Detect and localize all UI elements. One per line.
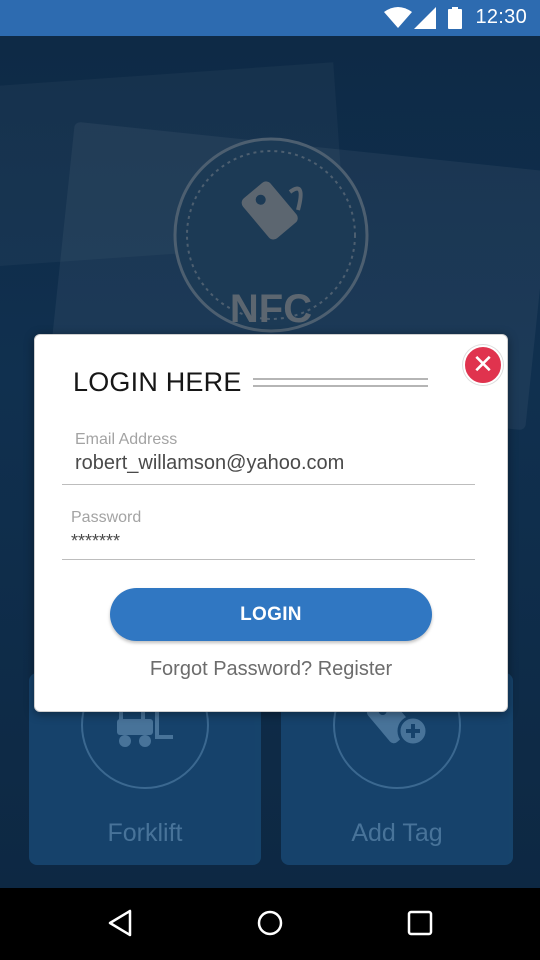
email-field[interactable]: Email Address	[62, 431, 475, 485]
home-icon[interactable]	[255, 908, 285, 938]
close-icon[interactable]: ✕	[463, 345, 503, 385]
password-field[interactable]: Password	[62, 509, 475, 560]
wifi-icon	[384, 7, 412, 28]
tile-label: Forklift	[107, 819, 183, 847]
nfc-badge-icon: NFC	[173, 137, 369, 333]
password-label: Password	[71, 509, 142, 526]
back-icon[interactable]	[106, 908, 136, 938]
recents-icon[interactable]	[405, 908, 435, 938]
password-input[interactable]	[71, 531, 461, 552]
title-divider	[253, 378, 428, 387]
dialog-title: LOGIN HERE	[73, 367, 242, 397]
nfc-badge-text: NFC	[230, 287, 312, 331]
forgot-password-link[interactable]: Forgot Password?	[150, 658, 312, 680]
register-link[interactable]: Register	[318, 658, 392, 680]
tile-label: Add Tag	[351, 819, 443, 847]
login-button[interactable]: LOGIN	[110, 588, 432, 641]
signal-icon	[414, 7, 436, 29]
clock: 12:30	[475, 6, 527, 28]
auth-links: Forgot Password? Register	[35, 658, 507, 681]
nav-bar	[0, 888, 540, 960]
email-label: Email Address	[75, 431, 178, 448]
login-dialog: LOGIN HERE ✕ Email Address Password LOGI…	[34, 334, 508, 712]
status-bar: 12:30	[0, 0, 540, 36]
battery-icon	[448, 7, 462, 29]
email-input[interactable]	[75, 452, 465, 475]
